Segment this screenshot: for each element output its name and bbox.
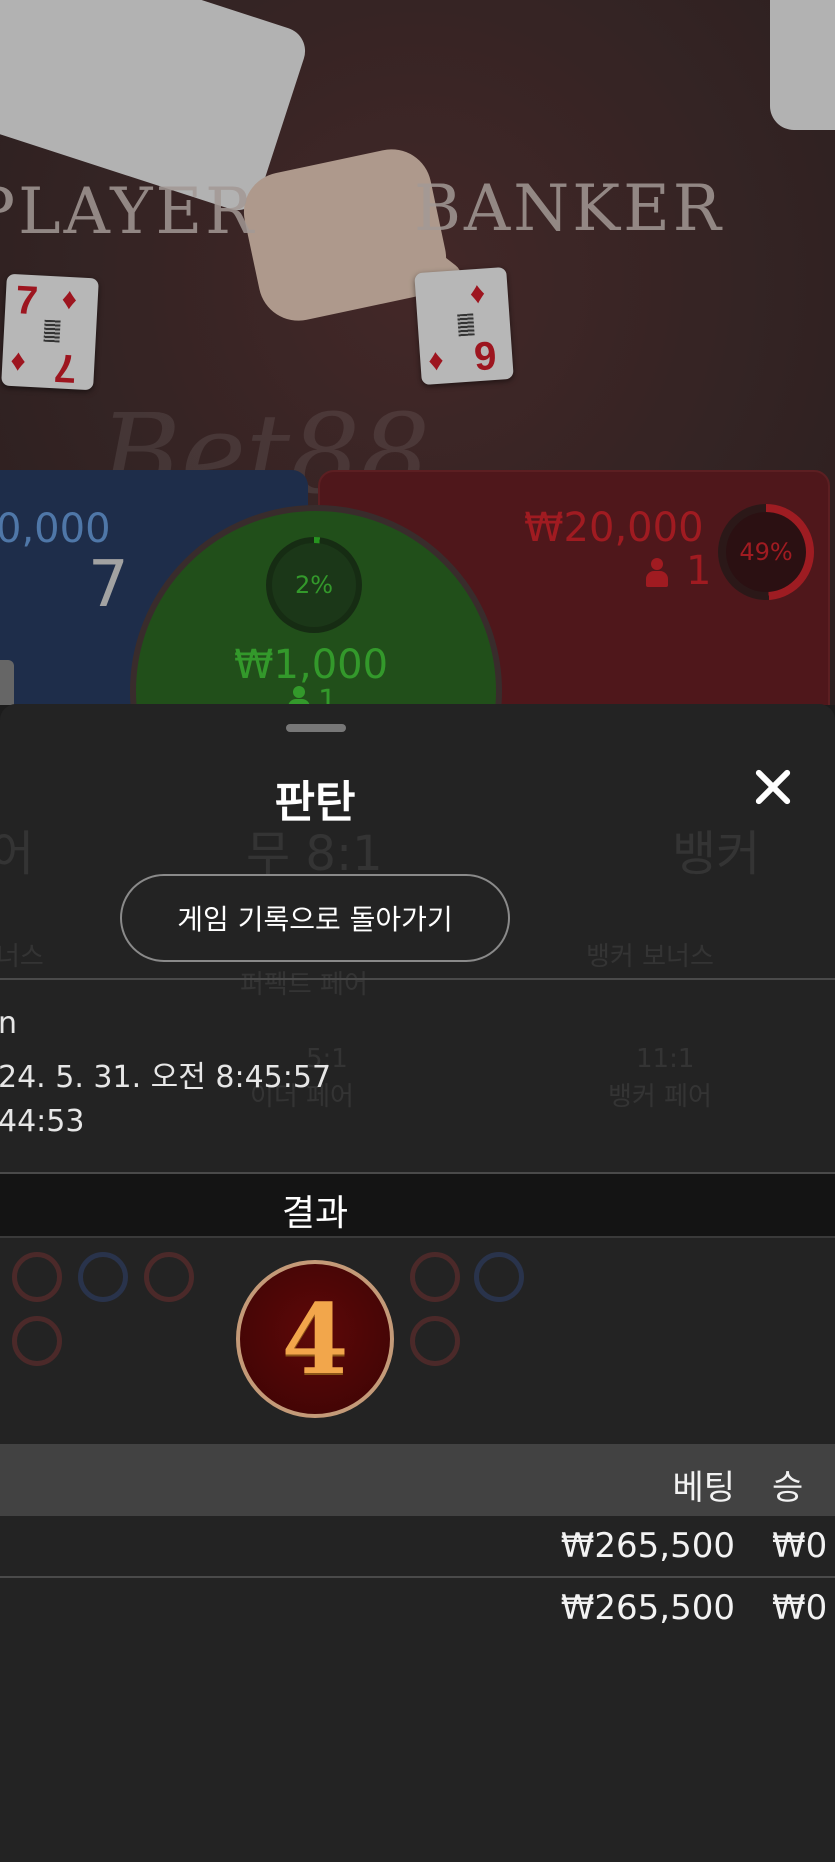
bets-table-header: 베팅 승 <box>0 1444 835 1516</box>
bet-total: ₩265,500 <box>560 1588 735 1628</box>
round-detail-sheet: 어 무 8:1 뱅커 너스 퍼펙트 페어 뱅커 보너스 5:1 이더 페어 11… <box>0 704 835 1862</box>
table-row: ₩265,500 ₩0 <box>0 1578 835 1640</box>
ghost-banker-label: 뱅커 <box>672 826 761 882</box>
result-label: 결과 <box>281 1193 349 1234</box>
result-number: 4 <box>281 1282 349 1396</box>
ghost-road-circle <box>474 1252 524 1302</box>
round-end-time: 44:53 <box>0 1104 85 1139</box>
ghost-banker-pair-odds: 11:1 <box>636 1044 695 1074</box>
ghost-road-circle <box>12 1252 62 1302</box>
info-line-1: n <box>0 1006 18 1041</box>
round-start-time: 24. 5. 31. 오전 8:45:57 <box>0 1060 332 1095</box>
ghost-banker-pair: 뱅커 페어 <box>608 1082 712 1112</box>
win-column-header: 승 <box>772 1468 804 1508</box>
divider <box>0 978 835 980</box>
ghost-road-circle <box>144 1252 194 1302</box>
bet-column-header: 베팅 <box>672 1468 735 1508</box>
ghost-player-bonus: 너스 <box>0 942 44 972</box>
ghost-perfect-pair: 퍼펙트 페어 <box>240 970 368 1000</box>
close-icon[interactable] <box>748 762 798 812</box>
drag-handle[interactable] <box>286 724 346 732</box>
ghost-road-circle <box>410 1252 460 1302</box>
ghost-road-circle <box>78 1252 128 1302</box>
ghost-road-circle <box>410 1316 460 1366</box>
result-badge: 4 <box>236 1260 394 1418</box>
ghost-banker-bonus: 뱅커 보너스 <box>586 942 714 972</box>
ghost-road-circle <box>12 1316 62 1366</box>
scene-dim-overlay <box>0 0 835 705</box>
divider <box>0 1236 835 1238</box>
win-amount: ₩0 <box>772 1526 828 1566</box>
live-table-video: PLAYER BANKER Bet88 7 ♦ ♦ 7 ♦ ♦ 9 0,000 … <box>0 0 835 705</box>
bet-amount: ₩265,500 <box>560 1526 735 1566</box>
sheet-title: 판탄 <box>274 777 356 828</box>
back-to-history-button[interactable]: 게임 기록으로 돌아가기 <box>120 874 510 962</box>
win-total: ₩0 <box>772 1588 828 1628</box>
table-row: ₩265,500 ₩0 <box>0 1516 835 1578</box>
